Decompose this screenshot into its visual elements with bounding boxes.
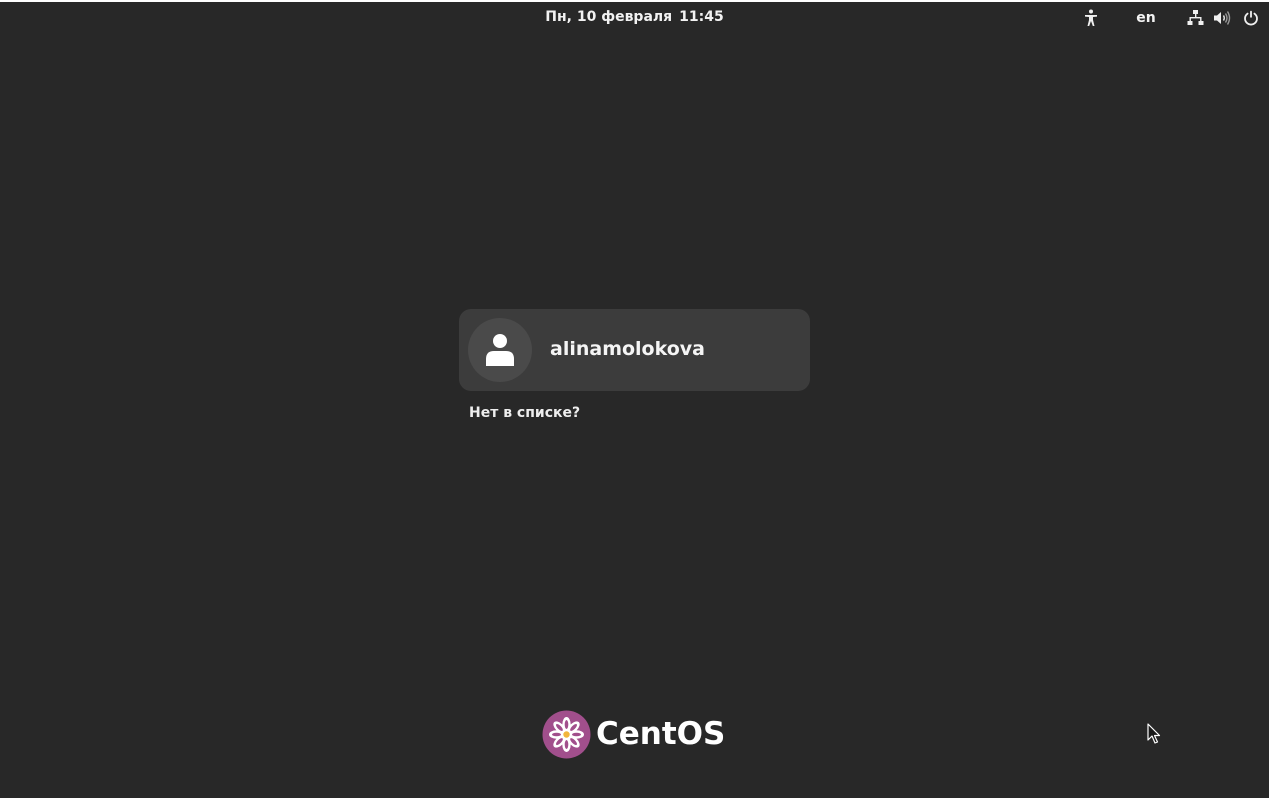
network-status[interactable] — [1186, 9, 1204, 27]
clock-time: 11:45 — [679, 9, 724, 25]
user-name: alinamolokova — [550, 338, 705, 360]
mouse-pointer-icon — [1147, 723, 1161, 744]
not-listed-button[interactable]: Нет в списке? — [469, 405, 580, 421]
user-avatar — [468, 318, 532, 382]
keyboard-layout-indicator[interactable]: en — [1133, 9, 1159, 27]
top-bar: Пн, 10 февраля 11:45 en — [0, 2, 1269, 34]
volume-icon — [1214, 11, 1231, 25]
distribution-name: CentOS — [596, 716, 726, 752]
network-wired-icon — [1187, 10, 1203, 25]
clock-date: Пн, 10 февраля — [545, 9, 673, 25]
distribution-branding: CentOS — [542, 709, 725, 759]
clock-button[interactable]: Пн, 10 февраля 11:45 — [0, 9, 1269, 25]
power-icon — [1244, 10, 1258, 26]
accessibility-icon — [1085, 9, 1097, 26]
volume-status[interactable] — [1213, 9, 1231, 27]
keyboard-layout-label: en — [1136, 10, 1156, 26]
user-avatar-icon — [486, 334, 514, 366]
accessibility-menu-button[interactable] — [1082, 9, 1100, 27]
power-menu-button[interactable] — [1242, 9, 1260, 27]
centos-logo-icon — [542, 710, 591, 758]
user-list-item[interactable]: alinamolokova — [459, 309, 810, 391]
